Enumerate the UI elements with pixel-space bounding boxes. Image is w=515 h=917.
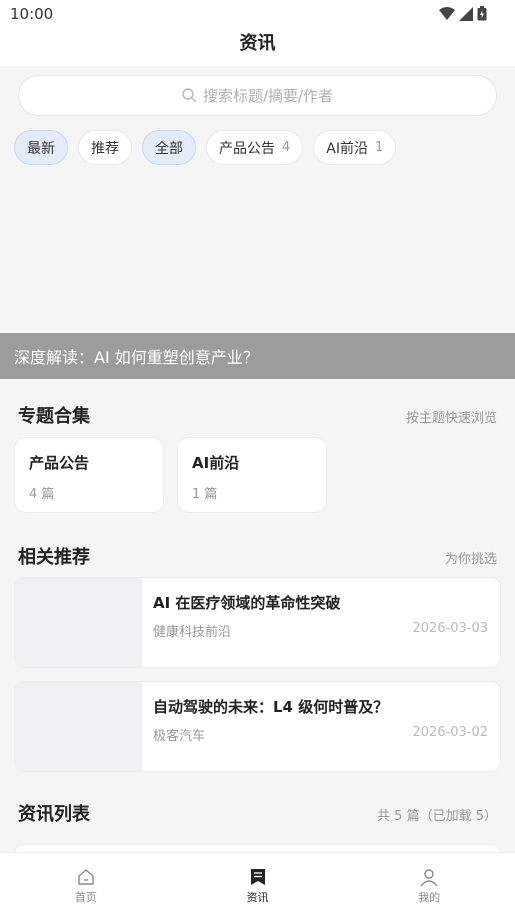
wifi-icon bbox=[439, 6, 455, 20]
article-title: AI 在医疗领域的革命性突破 bbox=[153, 594, 341, 612]
list-count: 共 5 篇（已加载 5） bbox=[377, 809, 497, 824]
bookmark-icon bbox=[250, 869, 265, 885]
article-date: 2026-03-03 bbox=[412, 621, 488, 636]
banner-caption[interactable]: 深度解读：AI 如何重塑创意产业？ bbox=[0, 333, 515, 379]
search-icon bbox=[182, 88, 197, 103]
tab-profile[interactable]: 我的 bbox=[343, 853, 515, 917]
topic-name: 产品公告 bbox=[29, 454, 90, 472]
article-date: 2026-03-02 bbox=[412, 725, 488, 740]
article-thumbnail bbox=[15, 578, 142, 667]
battery-icon bbox=[477, 6, 487, 21]
header: 资讯 bbox=[0, 28, 515, 66]
list-title: 资讯列表 bbox=[18, 804, 90, 825]
topics-subtitle: 按主题快速浏览 bbox=[405, 411, 497, 426]
article-title: 自动驾驶的未来：L4 级何时普及？ bbox=[153, 698, 389, 716]
tab-label: 首页 bbox=[74, 891, 97, 904]
article-source: 健康科技前沿 bbox=[153, 625, 232, 640]
recommend-subtitle: 为你挑选 bbox=[444, 552, 497, 567]
recommend-title: 相关推荐 bbox=[18, 547, 90, 568]
page-title: 资讯 bbox=[239, 33, 276, 54]
tab-label: 资讯 bbox=[246, 891, 269, 904]
search-input[interactable]: 搜索标题/摘要/作者 bbox=[18, 75, 497, 116]
tab-news[interactable]: 资讯 bbox=[172, 853, 344, 917]
list-section-header: 资讯列表 共 5 篇（已加载 5） bbox=[18, 800, 497, 826]
search-placeholder: 搜索标题/摘要/作者 bbox=[202, 87, 334, 105]
status-time: 10:00 bbox=[10, 5, 54, 23]
status-icons bbox=[439, 6, 487, 21]
chip-all[interactable]: 全部 bbox=[142, 130, 196, 165]
article-card[interactable]: 自动驾驶的未来：L4 级何时普及？ 极客汽车 2026-03-02 bbox=[14, 681, 501, 772]
tab-home[interactable]: 首页 bbox=[0, 853, 172, 917]
chip-count: 4 bbox=[282, 140, 291, 155]
chip-recommended[interactable]: 推荐 bbox=[78, 130, 132, 165]
topics-title: 专题合集 bbox=[18, 406, 90, 427]
article-card[interactable]: AI 在医疗领域的革命性突破 健康科技前沿 2026-03-03 bbox=[14, 577, 501, 668]
article-source: 极客汽车 bbox=[153, 729, 206, 744]
topic-count: 4 篇 bbox=[29, 487, 55, 502]
bottom-tab-bar: 首页 资讯 我的 bbox=[0, 852, 515, 917]
topics-section-header: 专题合集 按主题快速浏览 bbox=[18, 402, 497, 428]
topic-count: 1 篇 bbox=[192, 487, 218, 502]
filter-chips: 最新 推荐 全部 产品公告 4 AI前沿 1 bbox=[14, 130, 397, 165]
status-bar: 10:00 bbox=[0, 0, 515, 28]
chip-count: 1 bbox=[375, 140, 384, 155]
topic-name: AI前沿 bbox=[192, 454, 240, 472]
home-icon bbox=[78, 869, 94, 885]
signal-icon bbox=[459, 6, 473, 21]
tab-label: 我的 bbox=[418, 891, 441, 904]
chip-latest[interactable]: 最新 bbox=[14, 130, 68, 165]
user-icon bbox=[420, 869, 438, 887]
recommend-section-header: 相关推荐 为你挑选 bbox=[18, 543, 497, 569]
chip-product-announcements[interactable]: 产品公告 4 bbox=[206, 130, 304, 165]
article-thumbnail bbox=[15, 682, 142, 771]
chip-ai-frontier[interactable]: AI前沿 1 bbox=[313, 130, 397, 165]
topic-card[interactable]: AI前沿 1 篇 bbox=[177, 437, 327, 513]
topic-card[interactable]: 产品公告 4 篇 bbox=[14, 437, 164, 513]
